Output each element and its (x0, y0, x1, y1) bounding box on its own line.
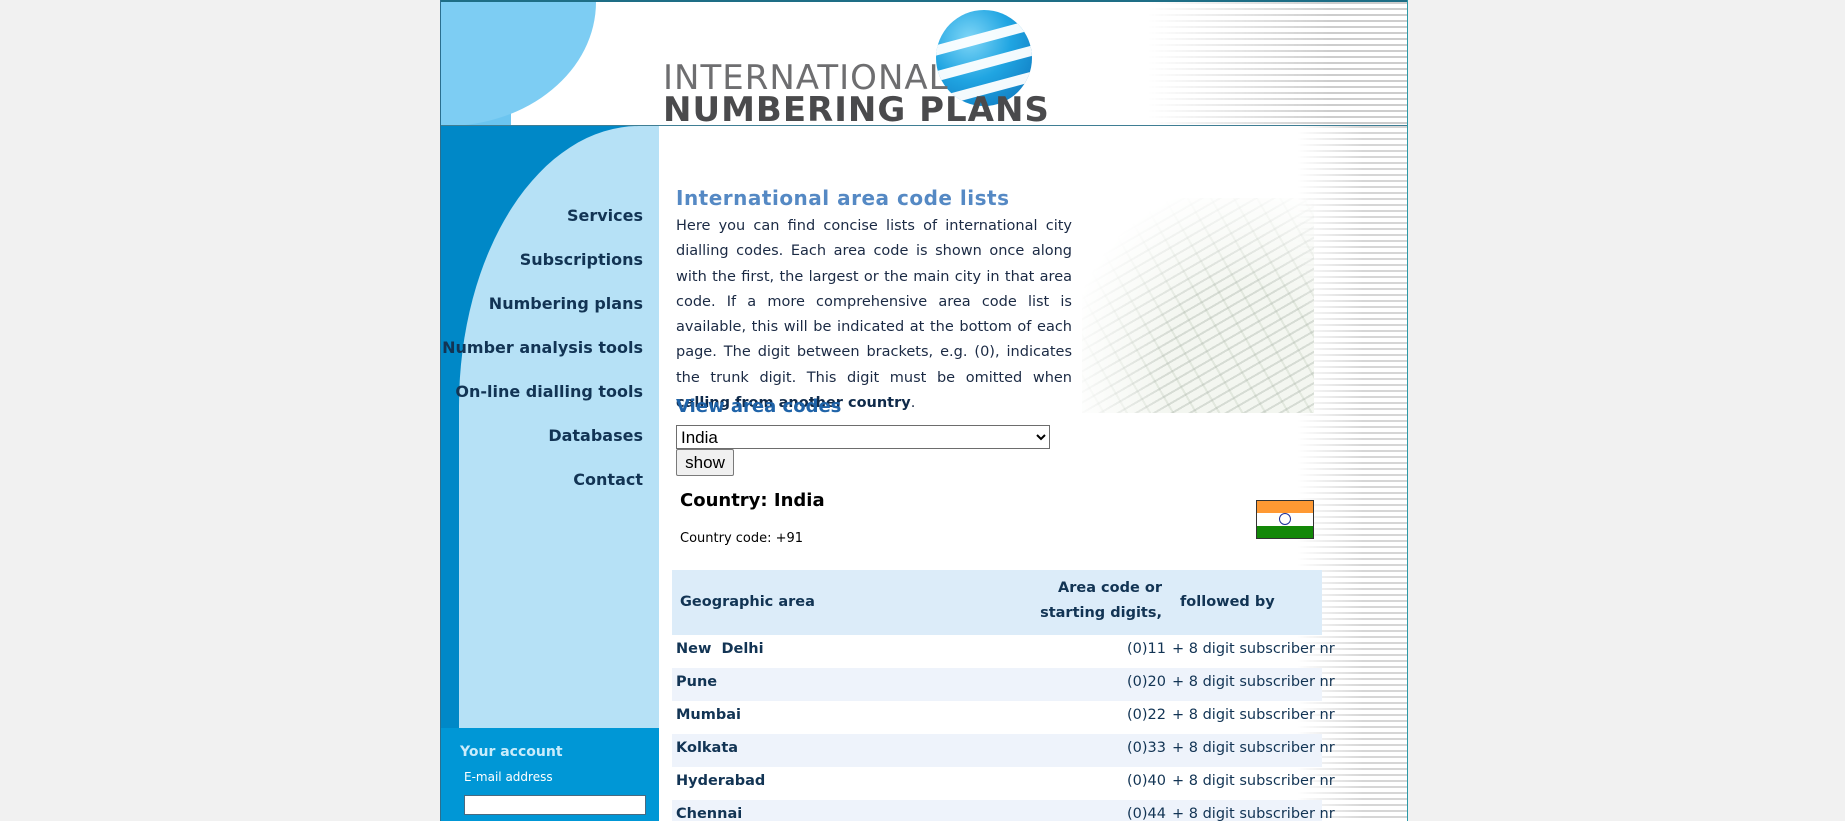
row-city: Pune (676, 674, 718, 690)
row-follow: + 8 digit subscriber nr (1172, 740, 1335, 756)
page-title: International area code lists (676, 186, 1010, 210)
table-row: Chennai (0)44 + 8 digit subscriber nr (672, 800, 1335, 821)
row-code: (0)20 (1127, 674, 1166, 690)
country-heading: Country: India (680, 490, 825, 511)
table-row: New Delhi (0)11 + 8 digit subscriber nr (672, 635, 1335, 668)
nav-item-numbering-plans[interactable]: Numbering plans (441, 290, 643, 334)
email-label: E-mail address (464, 770, 553, 784)
row-city: Chennai (676, 806, 743, 821)
nav-item-contact[interactable]: Contact (441, 466, 643, 510)
row-follow: + 8 digit subscriber nr (1172, 707, 1335, 723)
country-code-text: Country code: +91 (680, 531, 804, 546)
india-flag-icon (1256, 500, 1314, 539)
show-button[interactable]: show (676, 449, 734, 476)
intro-text: Here you can find concise lists of inter… (676, 218, 1072, 386)
header-area-code: Area code or starting digits, (1040, 576, 1162, 626)
phone-directory-photo (1082, 198, 1314, 413)
table-row: Kolkata (0)33 + 8 digit subscriber nr (672, 734, 1335, 767)
header-stripes-decoration (1147, 2, 1407, 125)
account-panel: Your account E-mail address (441, 728, 659, 821)
table-row: Mumbai (0)22 + 8 digit subscriber nr (672, 701, 1335, 734)
logo-text-line2[interactable]: NUMBERING PLANS (663, 90, 1050, 125)
site-header: INTERNATIONAL NUMBERING PLANS (441, 0, 1407, 126)
page-container: INTERNATIONAL NUMBERING PLANS Services S… (440, 0, 1408, 821)
row-follow: + 8 digit subscriber nr (1172, 773, 1335, 789)
nav-item-number-analysis-tools[interactable]: Number analysis tools (441, 334, 643, 378)
row-city: New Delhi (676, 641, 764, 657)
main-navigation: Services Subscriptions Numbering plans N… (441, 202, 643, 510)
nav-item-services[interactable]: Services (441, 202, 643, 246)
table-row: Pune (0)20 + 8 digit subscriber nr (672, 668, 1335, 701)
nav-item-online-dialling-tools[interactable]: On-line dialling tools (441, 378, 643, 422)
row-code: (0)11 (1127, 641, 1166, 657)
area-code-table: Geographic area Area code or starting di… (672, 570, 1335, 821)
nav-item-subscriptions[interactable]: Subscriptions (441, 246, 643, 290)
header-followed-by: followed by (1180, 594, 1275, 610)
row-follow: + 8 digit subscriber nr (1172, 674, 1335, 690)
row-city: Kolkata (676, 740, 739, 756)
email-field[interactable] (464, 795, 646, 815)
row-code: (0)33 (1127, 740, 1166, 756)
row-city: Hyderabad (676, 773, 766, 789)
country-select[interactable]: India (676, 425, 1050, 449)
table-body: New Delhi (0)11 + 8 digit subscriber nr … (672, 635, 1335, 821)
table-header: Geographic area Area code or starting di… (672, 570, 1322, 635)
intro-end: . (910, 395, 916, 412)
intro-paragraph: Here you can find concise lists of inter… (676, 214, 1072, 416)
header-curve-decoration (441, 2, 596, 125)
row-city: Mumbai (676, 707, 741, 723)
row-follow: + 8 digit subscriber nr (1172, 641, 1335, 657)
row-code: (0)40 (1127, 773, 1166, 789)
row-follow: + 8 digit subscriber nr (1172, 806, 1335, 821)
view-area-codes-heading: View area codes (676, 396, 842, 417)
row-code: (0)22 (1127, 707, 1166, 723)
table-row: Hyderabad (0)40 + 8 digit subscriber nr (672, 767, 1335, 800)
row-code: (0)44 (1127, 806, 1166, 821)
account-title: Your account (460, 744, 563, 760)
header-area-code-line1: Area code or (1058, 580, 1162, 596)
header-geographic-area: Geographic area (680, 594, 815, 610)
sidebar: Services Subscriptions Numbering plans N… (441, 126, 659, 728)
nav-item-databases[interactable]: Databases (441, 422, 643, 466)
header-area-code-line2: starting digits, (1040, 605, 1162, 621)
